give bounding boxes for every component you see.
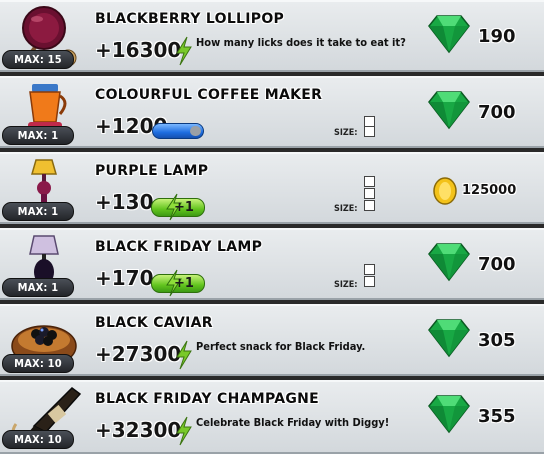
- size-label: SIZE:: [334, 204, 358, 214]
- size-label: SIZE:: [334, 128, 358, 138]
- item-cost: 355: [478, 406, 516, 427]
- item-title: PURPLE LAMP: [95, 163, 209, 179]
- energy-bonus-pill: +1: [151, 269, 205, 297]
- energy-bolt-icon: [176, 340, 192, 370]
- max-badge: MAX: 10: [2, 430, 74, 449]
- shop-item-row-5[interactable]: MAX: 10 BLACK FRIDAY CHAMPAGNE +32300 Ce…: [0, 380, 544, 454]
- gem-icon: [428, 243, 470, 282]
- size-box: [364, 126, 375, 137]
- coin-icon: [433, 177, 457, 205]
- energy-bonus-pill: +1: [151, 193, 205, 221]
- size-label: SIZE:: [334, 280, 358, 290]
- item-description: Celebrate Black Friday with Diggy!: [196, 416, 390, 429]
- item-title: COLOURFUL COFFEE MAKER: [95, 87, 323, 103]
- shop-item-list: MAX: 15 BLACKBERRY LOLLIPOP +16300 How m…: [0, 0, 544, 454]
- gem-icon: [428, 395, 470, 434]
- shop-item-row-4[interactable]: MAX: 10 BLACK CAVIAR +27300 Perfect snac…: [0, 304, 544, 376]
- size-box: [364, 200, 375, 211]
- gem-icon: [428, 15, 470, 54]
- item-cost: 700: [478, 102, 516, 123]
- gem-icon: [428, 91, 470, 130]
- item-title: BLACK CAVIAR: [95, 315, 213, 331]
- bonus-value: +1: [174, 276, 194, 291]
- size-box: [364, 276, 375, 287]
- bonus-value: +1: [174, 200, 194, 215]
- size-box: [364, 176, 375, 187]
- max-badge: MAX: 10: [2, 354, 74, 373]
- item-description: Perfect snack for Black Friday.: [196, 340, 366, 353]
- energy-bolt-icon: [176, 416, 192, 446]
- energy-value: +27300: [95, 342, 182, 366]
- item-cost: 190: [478, 26, 516, 47]
- item-title: BLACKBERRY LOLLIPOP: [95, 11, 285, 27]
- shop-item-row-0[interactable]: MAX: 15 BLACKBERRY LOLLIPOP +16300 How m…: [0, 0, 544, 72]
- energy-value: +130: [95, 190, 154, 214]
- energy-bolt-icon: [176, 36, 192, 66]
- item-cost: 305: [478, 330, 516, 351]
- max-badge: MAX: 1: [2, 278, 74, 297]
- shop-item-row-2[interactable]: MAX: 1 PURPLE LAMP +130 +1 SIZE: 125000: [0, 152, 544, 224]
- shop-item-row-1[interactable]: MAX: 1 COLOURFUL COFFEE MAKER +1200 SIZE…: [0, 76, 544, 148]
- max-badge: MAX: 1: [2, 202, 74, 221]
- energy-value: +170: [95, 266, 154, 290]
- energy-value: +16300: [95, 38, 182, 62]
- size-box: [364, 264, 375, 275]
- item-cost: 125000: [462, 183, 517, 198]
- item-title: BLACK FRIDAY CHAMPAGNE: [95, 391, 320, 407]
- shop-item-row-3[interactable]: MAX: 1 BLACK FRIDAY LAMP +170 +1 SIZE: 7…: [0, 228, 544, 300]
- energy-value: +32300: [95, 418, 182, 442]
- gem-icon: [428, 319, 470, 358]
- item-title: BLACK FRIDAY LAMP: [95, 239, 263, 255]
- max-badge: MAX: 1: [2, 126, 74, 145]
- size-box: [364, 188, 375, 199]
- max-badge: MAX: 15: [2, 50, 74, 69]
- energy-capacity-bar: [152, 123, 204, 139]
- item-description: How many licks does it take to eat it?: [196, 36, 406, 49]
- item-cost: 700: [478, 254, 516, 275]
